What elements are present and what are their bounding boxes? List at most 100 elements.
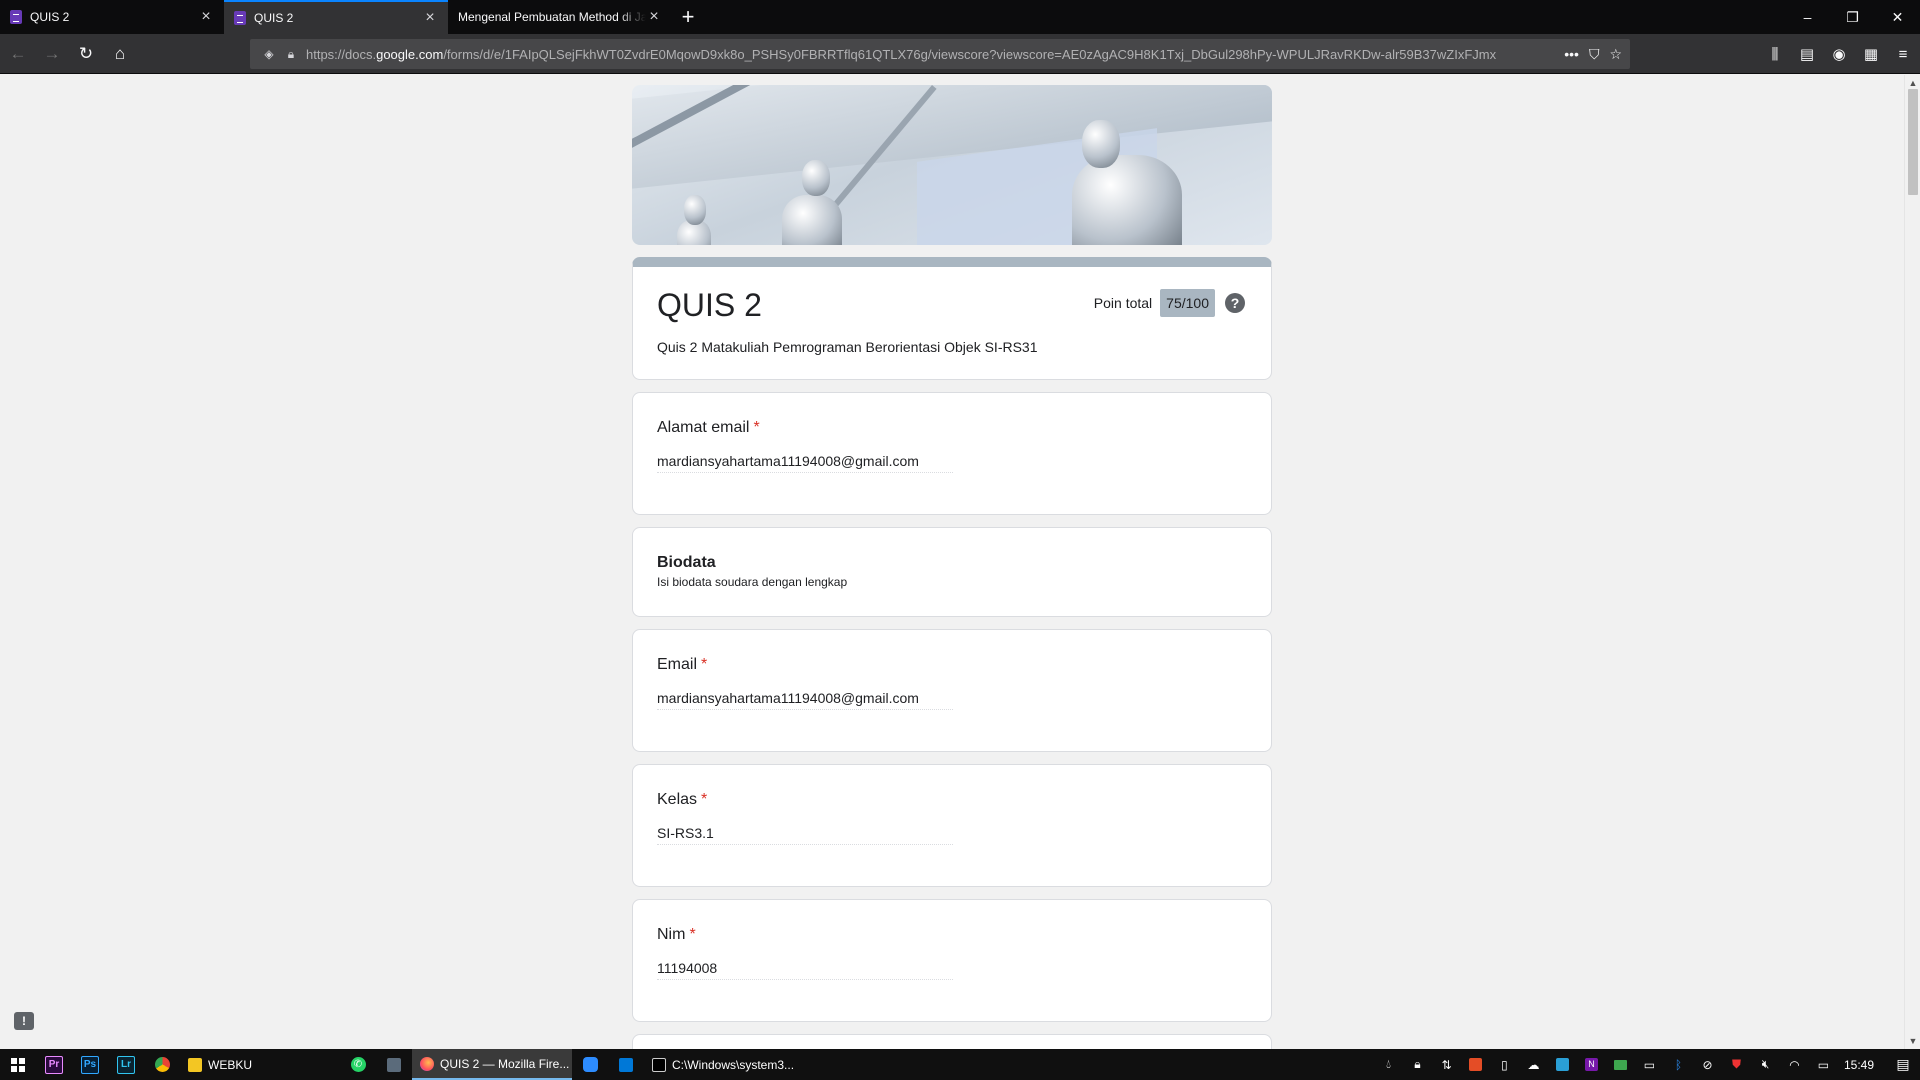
start-button[interactable]	[0, 1049, 36, 1080]
taskbar-app-firefox[interactable]: QUIS 2 — Mozilla Fire...	[412, 1049, 572, 1080]
form-description: Quis 2 Matakuliah Pemrograman Berorienta…	[657, 339, 1038, 355]
tab-title: QUIS 2	[254, 11, 294, 25]
windows-logo-icon	[11, 1057, 25, 1072]
restore-icon[interactable]: ❐	[1830, 0, 1875, 34]
display-icon[interactable]: ▭	[1635, 1058, 1664, 1072]
pocket-icon[interactable]: ⛉	[1589, 46, 1600, 63]
scroll-down-icon[interactable]: ▼	[1905, 1033, 1920, 1049]
battery-icon[interactable]: ▭	[1809, 1058, 1838, 1072]
window-controls: – ❐ ✕	[1785, 0, 1920, 34]
form-title-card: QUIS 2 Quis 2 Matakuliah Pemrograman Ber…	[632, 257, 1272, 380]
scrollbar-thumb[interactable]	[1908, 89, 1918, 195]
firefox-icon	[420, 1056, 434, 1071]
page-scrollbar[interactable]: ▲ ▼	[1904, 75, 1920, 1049]
close-icon[interactable]: ×	[422, 10, 438, 26]
new-tab-icon[interactable]: +	[672, 0, 704, 34]
form-header-image	[632, 85, 1272, 245]
browser-tab-3[interactable]: Mengenal Pembuatan Method di Ja ×	[448, 0, 672, 34]
browser-navbar: ← → ↻ ⌂ ◈ 🔒︎ https://docs.google.com/for…	[0, 34, 1920, 74]
clock[interactable]: 15:49	[1838, 1058, 1886, 1072]
close-icon[interactable]: ×	[646, 9, 662, 25]
lightroom-icon[interactable]: Lr	[108, 1049, 144, 1080]
browser-tab-2[interactable]: QUIS 2 ×	[224, 0, 448, 34]
menu-icon[interactable]: ≡	[1892, 38, 1914, 70]
answer-text: 11194008	[657, 960, 953, 980]
question-label: Email *	[657, 656, 708, 673]
photoshop-icon[interactable]: Ps	[72, 1049, 108, 1080]
tray-window-icon[interactable]	[1606, 1059, 1635, 1070]
forward-arrow-icon[interactable]: →	[36, 38, 68, 70]
tracking-shield-icon[interactable]: ◈	[258, 47, 280, 61]
score-summary: Poin total 75/100 ?	[1094, 289, 1245, 317]
page-viewport: QUIS 2 Quis 2 Matakuliah Pemrograman Ber…	[0, 75, 1904, 1049]
lock-tray-icon[interactable]: 🔒︎	[1403, 1057, 1432, 1072]
answer-text: SI-RS3.1	[657, 825, 953, 845]
shield-tray-icon[interactable]: ⛊	[1722, 1057, 1751, 1072]
google-forms-icon	[10, 10, 22, 24]
browser-tabbar: QUIS 2 × QUIS 2 × Mengenal Pembuatan Met…	[0, 0, 1920, 34]
wifi-off-icon[interactable]: ⊘	[1693, 1058, 1722, 1072]
question-card-kelas: Kelas * SI-RS3.1	[632, 764, 1272, 887]
account-icon[interactable]: ◉	[1828, 38, 1850, 70]
question-card-email-address: Alamat email * mardiansyahartama11194008@…	[632, 392, 1272, 515]
folder-icon	[188, 1057, 202, 1072]
section-description: Isi biodata soudara dengan lengkap	[657, 575, 848, 589]
premiere-icon[interactable]: Pr	[36, 1049, 72, 1080]
answer-text: mardiansyahartama11194008@gmail.com	[657, 690, 953, 710]
minimize-icon[interactable]: –	[1785, 0, 1830, 34]
section-header-biodata: Biodata Isi biodata soudara dengan lengk…	[632, 527, 1272, 617]
help-icon[interactable]: ?	[1225, 293, 1245, 313]
home-icon[interactable]: ⌂	[104, 38, 136, 70]
question-label: Nim *	[657, 926, 696, 943]
usb-icon[interactable]: ▯	[1490, 1058, 1519, 1072]
close-window-icon[interactable]: ✕	[1875, 0, 1920, 34]
notifications-icon[interactable]: ▤	[1886, 1056, 1920, 1073]
drop-icon[interactable]: 💧︎	[1374, 1057, 1403, 1072]
tab-title: QUIS 2	[30, 10, 70, 24]
address-bar[interactable]: ◈ 🔒︎ https://docs.google.com/forms/d/e/1…	[250, 39, 1630, 69]
required-asterisk: *	[701, 656, 708, 673]
lock-icon[interactable]: 🔒︎	[280, 47, 302, 62]
red-app-icon[interactable]	[1461, 1058, 1490, 1071]
close-icon[interactable]: ×	[198, 9, 214, 25]
wifi-icon[interactable]: ◠	[1780, 1058, 1809, 1072]
google-forms-icon	[234, 11, 246, 25]
library-icon[interactable]: ⫼	[1764, 38, 1786, 70]
cmd-icon	[652, 1057, 666, 1072]
onenote-icon[interactable]: N	[1577, 1058, 1606, 1071]
zoom-icon[interactable]	[572, 1049, 608, 1080]
report-abuse-icon[interactable]: !	[14, 1012, 34, 1030]
browser-tab-1[interactable]: QUIS 2 ×	[0, 0, 224, 34]
page-actions-icon[interactable]: •••	[1564, 46, 1579, 62]
chrome-icon[interactable]	[144, 1049, 180, 1080]
required-asterisk: *	[701, 791, 708, 808]
taskbar-app-cmd[interactable]: C:\Windows\system3...	[644, 1049, 804, 1080]
back-arrow-icon[interactable]: ←	[2, 38, 34, 70]
whatsapp-icon[interactable]: ✆	[340, 1049, 376, 1080]
network-share-icon[interactable]: ⇅	[1432, 1058, 1461, 1072]
score-label: Poin total	[1093, 295, 1153, 311]
score-badge: 75/100	[1160, 289, 1215, 317]
system-tray: 💧︎ 🔒︎ ⇅ ▯ ☁ N ▭ ᛒ ⊘ ⛊ 🔇︎ ◠ ▭ 15:49 ▤	[1374, 1049, 1920, 1080]
sidebar-icon[interactable]: ▤	[1796, 38, 1818, 70]
volume-mute-icon[interactable]: 🔇︎	[1751, 1057, 1780, 1072]
tab-title: Mengenal Pembuatan Method di Ja	[458, 10, 646, 24]
cloud-icon[interactable]: ☁	[1519, 1058, 1548, 1072]
question-label: Kelas *	[657, 791, 708, 808]
section-title: Biodata	[657, 554, 716, 571]
bluetooth-icon[interactable]: ᛒ	[1664, 1058, 1693, 1072]
store-icon[interactable]	[608, 1049, 644, 1080]
bookmark-star-icon[interactable]: ☆	[1609, 46, 1622, 63]
required-asterisk: *	[689, 926, 696, 943]
reload-icon[interactable]: ↻	[70, 38, 102, 70]
answer-text: mardiansyahartama11194008@gmail.com	[657, 453, 953, 473]
windows-taskbar: Pr Ps Lr WEBKU ✆ QUIS 2 — Mozilla Fire..…	[0, 1049, 1920, 1080]
browser-toolbar-right: ⫼ ▤ ◉ ▦ ≡	[1764, 38, 1914, 70]
taskbar-app-webku[interactable]: WEBKU	[180, 1049, 340, 1080]
tray-app-icon[interactable]	[1548, 1058, 1577, 1071]
calculator-icon[interactable]	[376, 1049, 412, 1080]
extensions-icon[interactable]: ▦	[1860, 38, 1882, 70]
question-card-nim: Nim * 11194008	[632, 899, 1272, 1022]
url-text[interactable]: https://docs.google.com/forms/d/e/1FAIpQ…	[306, 47, 1558, 62]
form-column: QUIS 2 Quis 2 Matakuliah Pemrograman Ber…	[632, 85, 1272, 1049]
